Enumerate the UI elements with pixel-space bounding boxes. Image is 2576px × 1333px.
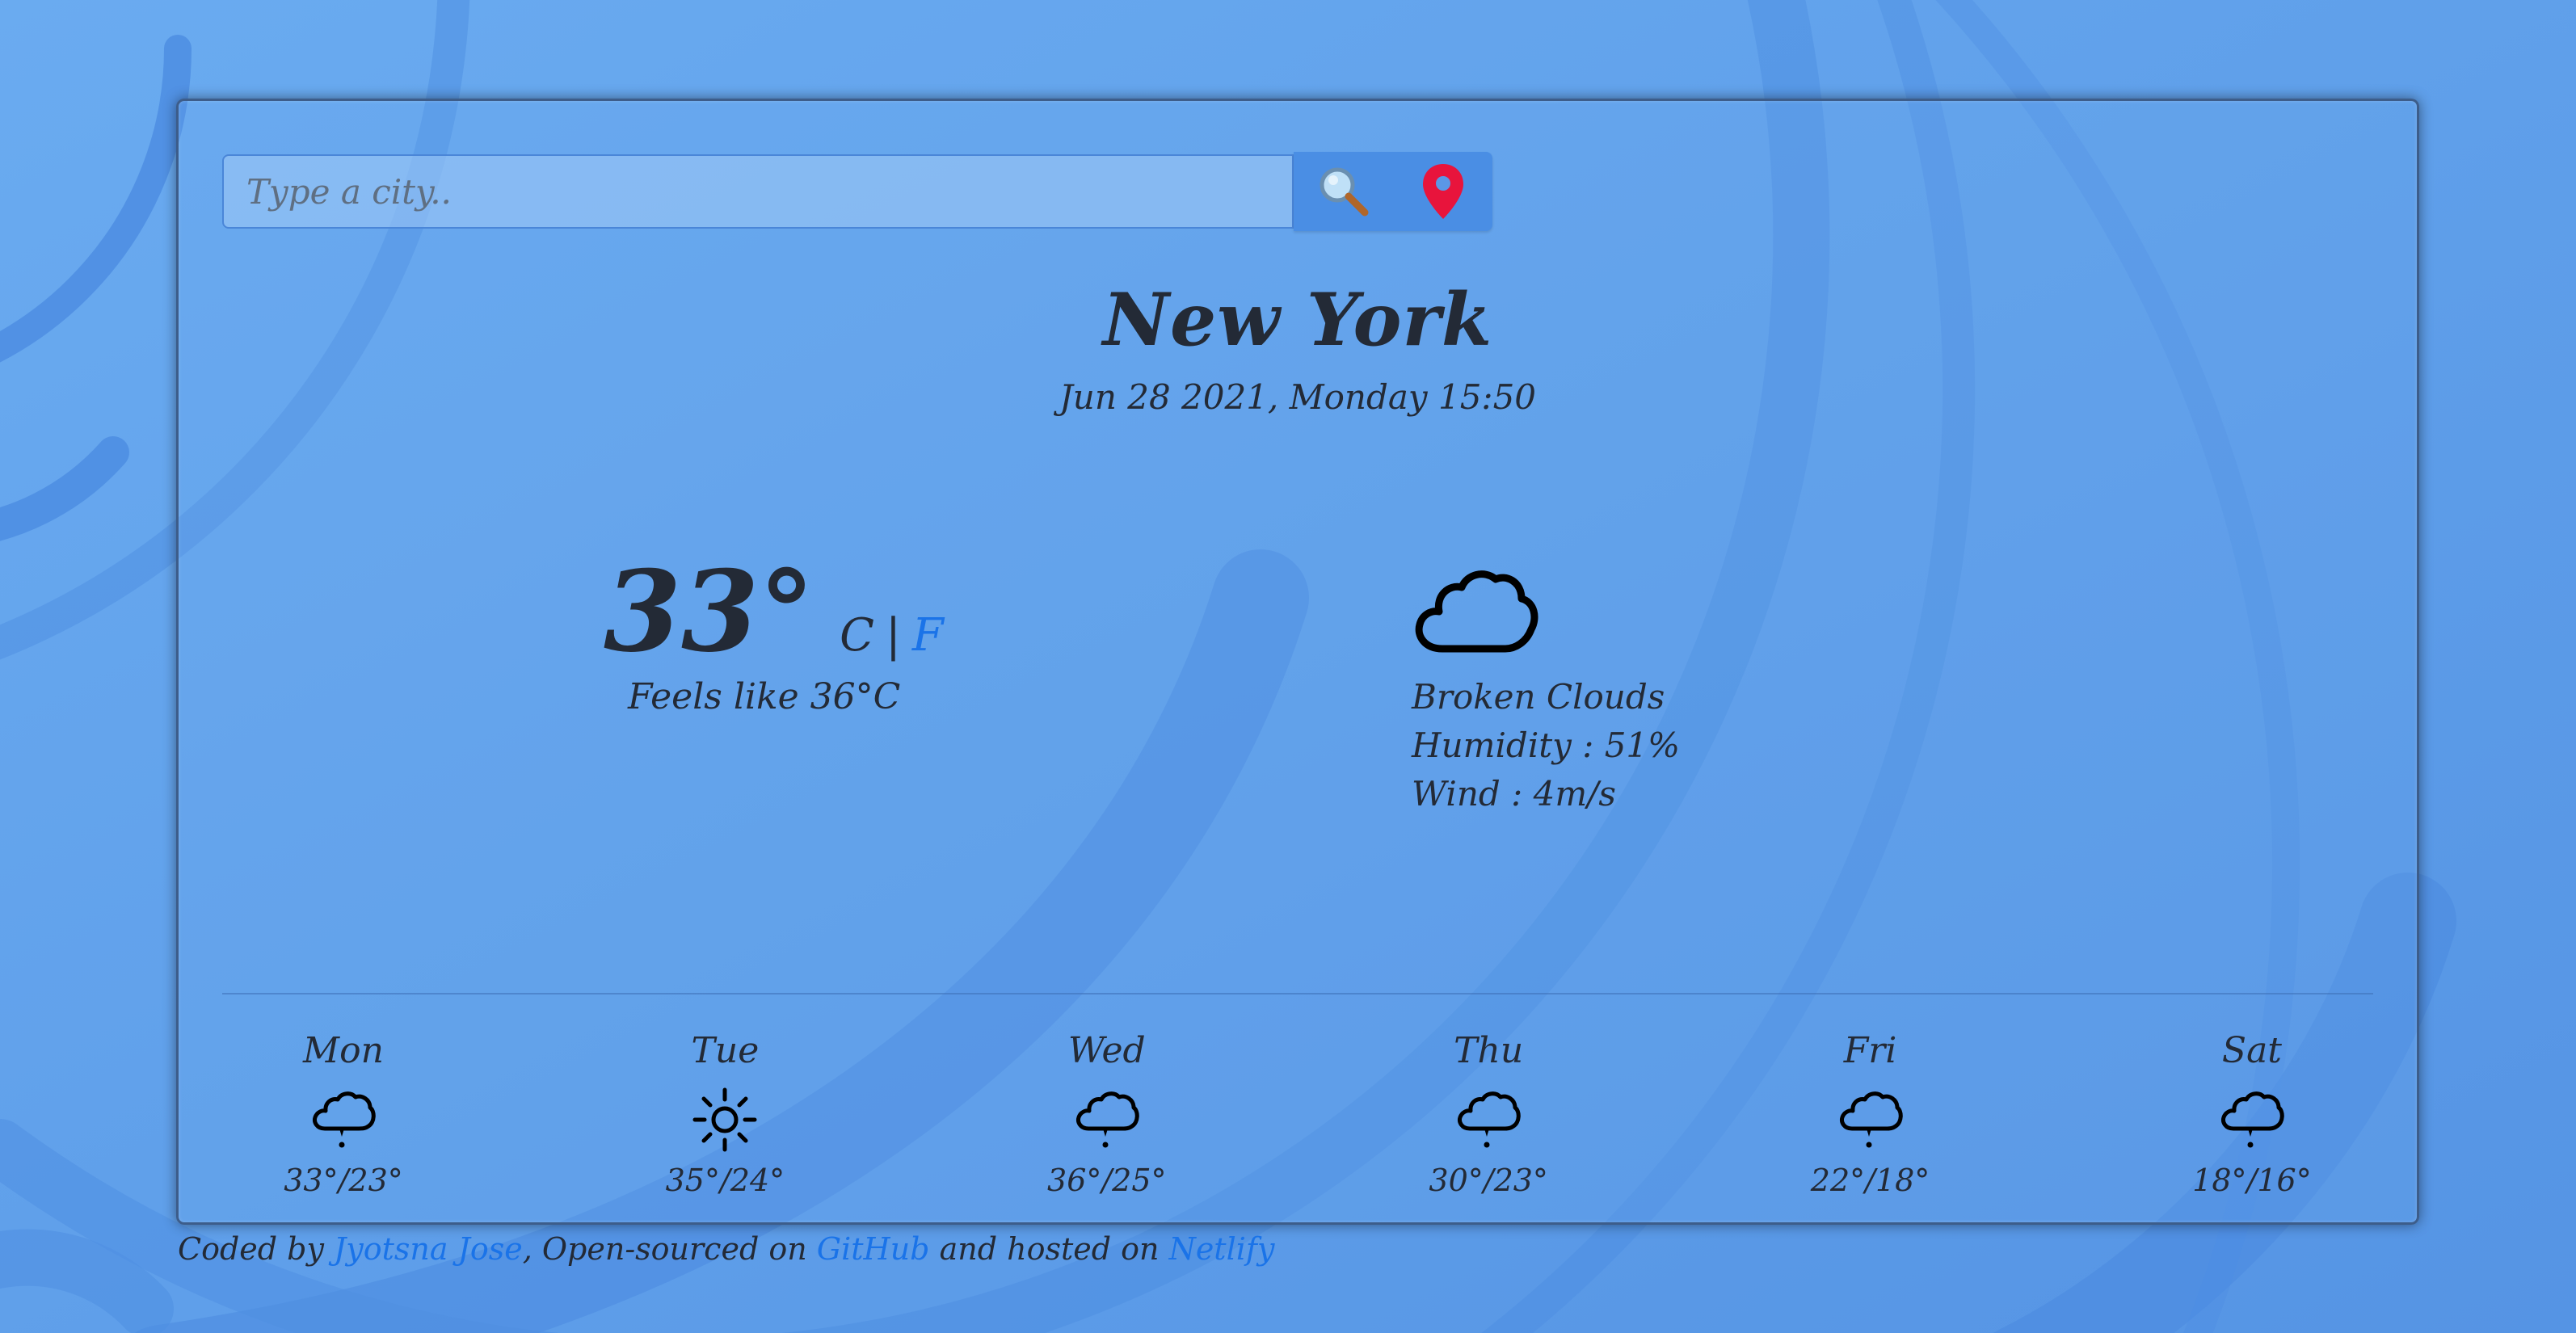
current-temperature: 33° C | F <box>604 545 944 677</box>
forecast-temp: 22°/18° <box>1810 1163 1930 1198</box>
footer-middle2: and hosted on <box>929 1231 1169 1267</box>
netlify-link[interactable]: Netlify <box>1169 1231 1275 1267</box>
unit-separator: | <box>886 609 901 662</box>
forecast-row: Mon 33°/23° Tue 35°/24° Wed 36°/25° Thu … <box>222 1030 2373 1198</box>
current-datetime: Jun 28 2021, Monday 15:50 <box>1059 377 1537 417</box>
forecast-day: Thu 30°/23° <box>1367 1030 1610 1198</box>
forecast-day: Sat 18°/16° <box>2131 1030 2373 1198</box>
forecast-day-name: Fri <box>1843 1030 1897 1071</box>
forecast-day-name: Sat <box>2221 1030 2282 1071</box>
search-button[interactable] <box>1303 155 1384 228</box>
forecast-day-name: Mon <box>303 1030 384 1071</box>
forecast-day-name: Wed <box>1067 1030 1146 1071</box>
footer-prefix: Coded by <box>178 1231 335 1267</box>
forecast-temp: 18°/16° <box>2192 1163 2312 1198</box>
fahrenheit-link[interactable]: F <box>912 609 944 662</box>
search-bar <box>222 152 1492 231</box>
condition-description: Broken Clouds <box>1412 677 1665 717</box>
temperature-value: 33° <box>604 545 815 677</box>
location-pin-icon <box>1422 164 1463 219</box>
forecast-temp: 36°/25° <box>1047 1163 1167 1198</box>
footer: Coded by Jyotsna Jose, Open-sourced on G… <box>178 1231 1274 1267</box>
wind-speed: Wind : 4m/s <box>1412 774 1616 814</box>
city-name: New York <box>1102 277 1493 363</box>
current-location-button[interactable] <box>1403 155 1484 228</box>
rain-cloud-icon <box>1458 1091 1521 1148</box>
author-link[interactable]: Jyotsna Jose <box>334 1231 523 1267</box>
forecast-temp: 30°/23° <box>1429 1163 1548 1198</box>
forecast-temp: 33°/23° <box>284 1163 403 1198</box>
weather-card: New York Jun 28 2021, Monday 15:50 33° C… <box>176 99 2419 1225</box>
forecast-day: Tue 35°/24° <box>604 1030 846 1198</box>
forecast-day-name: Tue <box>691 1030 760 1071</box>
rain-cloud-icon <box>2220 1091 2284 1148</box>
search-button-group <box>1294 152 1492 231</box>
rain-cloud-icon <box>1075 1091 1139 1148</box>
rain-cloud-icon <box>1839 1091 1903 1148</box>
rain-cloud-icon <box>313 1091 376 1148</box>
celsius-unit[interactable]: C <box>840 609 874 662</box>
forecast-temp: 35°/24° <box>665 1163 785 1198</box>
condition-details: Broken Clouds Humidity : 51% Wind : 4m/s <box>1412 673 1680 818</box>
feels-like: Feels like 36°C <box>628 676 901 717</box>
forecast-day: Fri 22°/18° <box>1749 1030 1992 1198</box>
unit-toggle: C | F <box>840 609 944 662</box>
divider <box>222 993 2373 994</box>
magnifier-icon <box>1320 167 1368 217</box>
humidity: Humidity : 51% <box>1412 725 1681 765</box>
forecast-day-name: Thu <box>1454 1030 1524 1071</box>
forecast-day: Wed 36°/25° <box>986 1030 1228 1198</box>
footer-middle: , Open-sourced on <box>522 1231 817 1267</box>
cloud-icon <box>1415 570 1538 653</box>
city-search-input[interactable] <box>222 154 1294 229</box>
github-link[interactable]: GitHub <box>817 1231 930 1267</box>
sun-icon <box>692 1087 757 1152</box>
forecast-day: Mon 33°/23° <box>222 1030 465 1198</box>
